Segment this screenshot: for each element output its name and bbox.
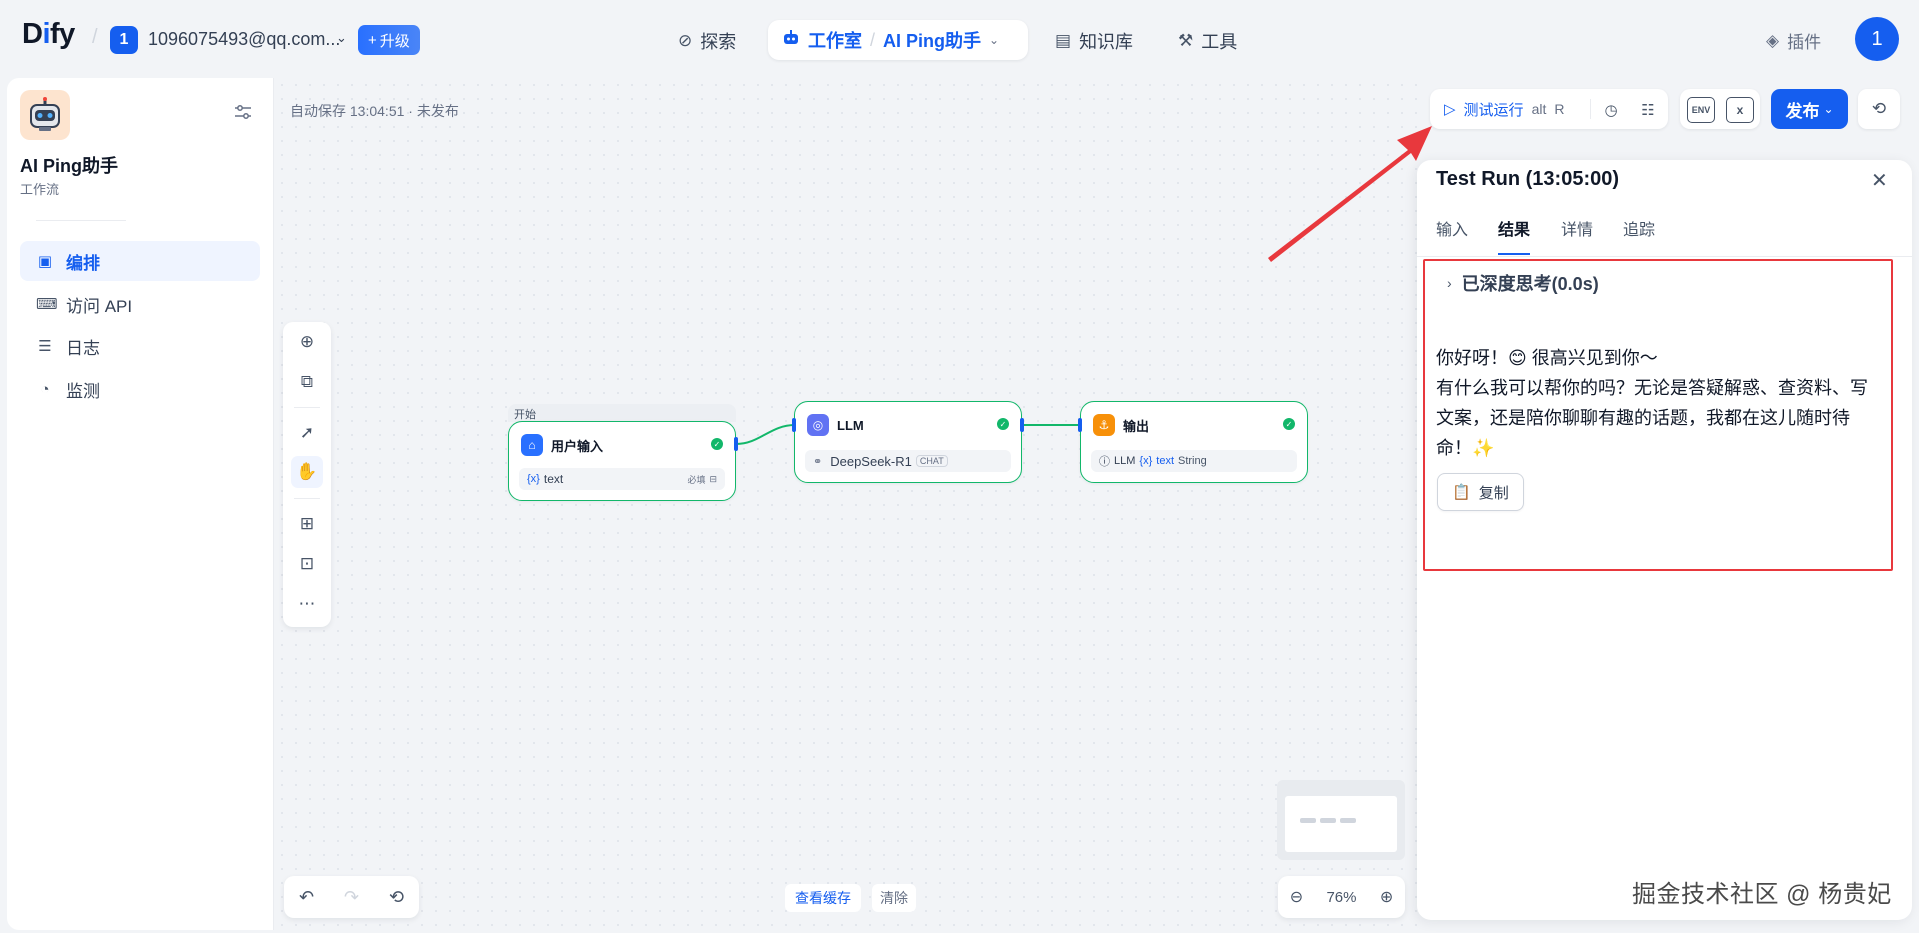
close-icon[interactable]: ✕ bbox=[1871, 168, 1888, 193]
thinking-toggle[interactable]: › 已深度思考(0.0s) bbox=[1447, 270, 1599, 296]
watermark: 掘金技术社区 @ 杨贵妃 bbox=[1632, 881, 1892, 908]
result-answer: 你好呀！😊 很高兴见到你～ 有什么我可以帮你的吗？无论是答疑解惑、查资料、写文案… bbox=[1436, 343, 1884, 463]
tab-tracing[interactable]: 追踪 bbox=[1623, 216, 1655, 240]
copy-button[interactable]: 📋 复制 bbox=[1437, 473, 1524, 511]
tab-detail[interactable]: 详情 bbox=[1561, 216, 1593, 240]
tab-input[interactable]: 输入 bbox=[1436, 216, 1468, 240]
thinking-label: 已深度思考(0.0s) bbox=[1461, 274, 1599, 294]
chevron-right-icon: › bbox=[1447, 275, 1452, 291]
answer-line: 有什么我可以帮你的吗？无论是答疑解惑、查资料、写文案，还是陪你聊聊有趣的话题，我… bbox=[1436, 378, 1868, 458]
answer-line: 你好呀！😊 很高兴见到你～ bbox=[1436, 348, 1658, 368]
panel-title: Test Run (13:05:00) bbox=[1436, 168, 1620, 190]
divider bbox=[1417, 256, 1912, 257]
clipboard-icon: 📋 bbox=[1452, 484, 1471, 501]
copy-label: 复制 bbox=[1478, 484, 1509, 502]
tab-result[interactable]: 结果 bbox=[1498, 216, 1530, 240]
active-tab-indicator bbox=[1498, 253, 1530, 255]
